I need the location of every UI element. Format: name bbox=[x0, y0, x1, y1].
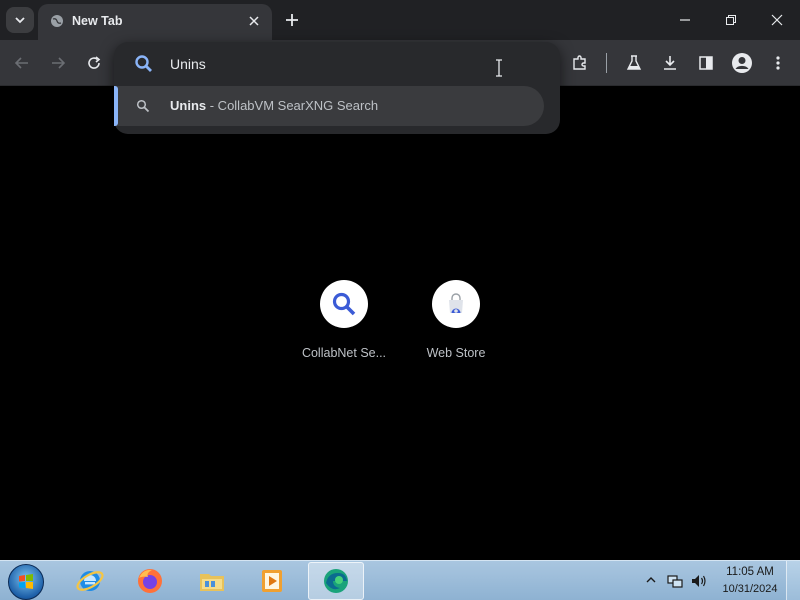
tab-title: New Tab bbox=[72, 14, 123, 28]
tab-new-tab[interactable]: New Tab bbox=[38, 4, 272, 40]
clock-time[interactable]: 11:05 AM bbox=[712, 566, 788, 578]
search-icon bbox=[136, 99, 150, 113]
shortcut-collabnet[interactable]: CollabNet Se... bbox=[288, 280, 400, 370]
chevron-down-icon bbox=[15, 17, 25, 24]
close-icon bbox=[771, 14, 783, 26]
clock-date[interactable]: 10/31/2024 bbox=[712, 583, 788, 595]
taskbar: 11:05 AM 10/31/2024 bbox=[0, 560, 800, 600]
show-desktop-button[interactable] bbox=[786, 561, 800, 600]
taskbar-internet-explorer[interactable] bbox=[62, 562, 118, 600]
web-store-icon bbox=[449, 293, 463, 313]
avatar-icon bbox=[732, 53, 752, 73]
forward-arrow-icon bbox=[52, 57, 66, 69]
internet-explorer-icon bbox=[76, 571, 104, 591]
back-button[interactable] bbox=[10, 51, 34, 75]
suggestion-text: Unins - CollabVM SearXNG Search bbox=[170, 98, 378, 113]
taskbar-media-player[interactable] bbox=[244, 562, 300, 600]
tab-strip: New Tab bbox=[0, 0, 800, 40]
forward-button[interactable] bbox=[46, 51, 70, 75]
suggestion-query: Unins bbox=[170, 98, 207, 113]
suggestion-selected-indicator bbox=[114, 86, 118, 126]
minimize-button[interactable] bbox=[671, 6, 699, 34]
taskbar-edge-active[interactable] bbox=[308, 562, 364, 600]
taskbar-firefox[interactable] bbox=[122, 562, 178, 600]
restore-icon bbox=[726, 15, 736, 25]
windows-logo-icon bbox=[19, 574, 33, 589]
downloads-button[interactable] bbox=[658, 51, 682, 75]
edge-icon bbox=[324, 569, 348, 593]
shortcut-label: Web Store bbox=[426, 346, 486, 360]
tab-search-button[interactable] bbox=[6, 7, 34, 33]
extensions-button[interactable] bbox=[568, 51, 592, 75]
firefox-icon bbox=[138, 569, 162, 593]
shortcut-label: CollabNet Se... bbox=[301, 346, 387, 360]
close-window-button[interactable] bbox=[763, 6, 791, 34]
omnibox-popup: Unins - CollabVM SearXNG Search bbox=[114, 42, 560, 134]
menu-button[interactable] bbox=[766, 51, 790, 75]
start-button[interactable] bbox=[8, 564, 44, 600]
suggestion-description: - CollabVM SearXNG Search bbox=[206, 98, 379, 113]
shortcut-tile bbox=[320, 280, 368, 328]
flask-icon bbox=[626, 55, 642, 70]
side-panel-button[interactable] bbox=[694, 51, 718, 75]
reload-button[interactable] bbox=[82, 51, 106, 75]
shortcut-tile bbox=[432, 280, 480, 328]
reload-icon bbox=[88, 56, 101, 69]
profile-button[interactable] bbox=[730, 51, 754, 75]
back-arrow-icon bbox=[14, 57, 28, 69]
shortcut-web-store[interactable]: Web Store bbox=[400, 280, 512, 370]
restore-button[interactable] bbox=[717, 6, 745, 34]
taskbar-file-explorer[interactable] bbox=[184, 562, 240, 600]
omnibox-suggestion[interactable]: Unins - CollabVM SearXNG Search bbox=[114, 86, 544, 126]
show-hidden-icons-icon[interactable] bbox=[646, 576, 656, 584]
more-vertical-icon bbox=[776, 56, 780, 70]
search-icon bbox=[135, 55, 152, 72]
media-player-icon bbox=[262, 570, 282, 592]
minimize-icon bbox=[680, 19, 690, 21]
close-tab-icon[interactable] bbox=[246, 13, 262, 29]
toolbar-divider bbox=[606, 53, 607, 73]
text-cursor-icon bbox=[496, 59, 502, 77]
file-explorer-icon bbox=[200, 574, 224, 591]
puzzle-icon bbox=[573, 55, 586, 70]
address-bar-input[interactable] bbox=[170, 52, 530, 76]
side-panel-icon bbox=[699, 56, 713, 70]
download-icon bbox=[664, 56, 676, 70]
volume-icon[interactable] bbox=[690, 572, 708, 590]
new-tab-button[interactable] bbox=[280, 8, 304, 32]
labs-button[interactable] bbox=[622, 51, 646, 75]
network-icon[interactable] bbox=[666, 572, 684, 590]
globe-icon bbox=[51, 15, 63, 27]
search-icon bbox=[332, 292, 356, 316]
